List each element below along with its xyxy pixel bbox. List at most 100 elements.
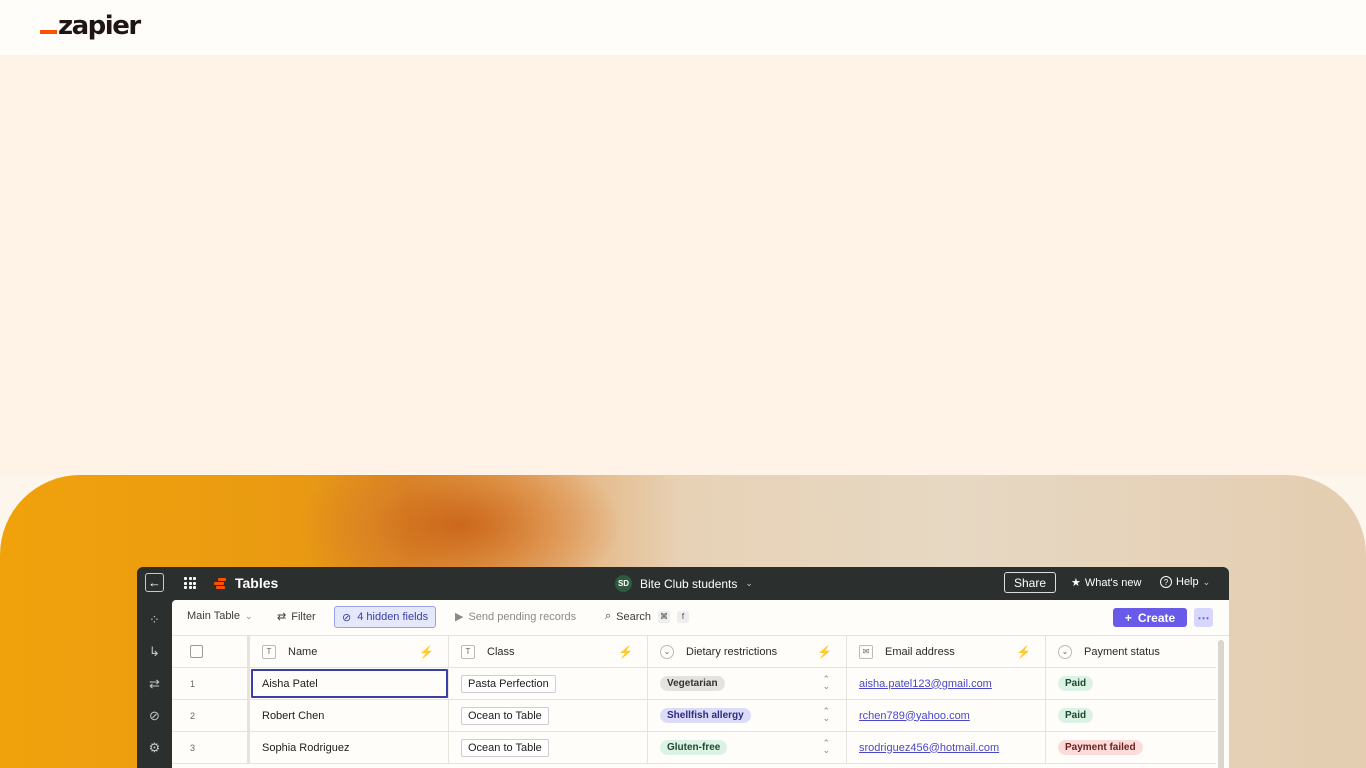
diet-cell[interactable]: Vegetarian ⌃ ⌄ (648, 668, 847, 699)
select-all-cell (172, 636, 250, 667)
hero-area (0, 55, 1366, 475)
apps-icon[interactable]: ⁘ (147, 612, 162, 627)
help-label: Help (1176, 576, 1199, 588)
app-header: ← Tables SD Bite Club students ⌄ Share ★… (137, 567, 1229, 600)
chevron-down-icon: ⌄ (745, 578, 753, 588)
name-cell[interactable]: Aisha Patel (250, 668, 449, 699)
lightning-icon[interactable]: ⚡ (817, 645, 832, 659)
whats-new-label: What's new (1084, 576, 1142, 589)
filter-button[interactable]: ⇄ Filter (277, 610, 316, 624)
diet-pill: Shellfish allergy (660, 708, 751, 723)
row-number: 1 (172, 668, 250, 699)
payment-cell[interactable]: Paid (1046, 668, 1216, 699)
email-link[interactable]: aisha.patel123@gmail.com (859, 678, 992, 690)
diet-pill: Gluten-free (660, 740, 728, 755)
dropdown-type-icon: ⌄ (660, 644, 674, 659)
column-label: Email address (885, 645, 955, 658)
column-label: Name (288, 645, 318, 658)
site-header: zapier (0, 0, 1366, 56)
search-icon: ⌕ (605, 610, 612, 622)
send-pending-button[interactable]: ▶ Send pending records (455, 610, 577, 624)
payment-cell[interactable]: Payment failed (1046, 732, 1216, 763)
shortcut-cmd: ⌘ (658, 610, 671, 623)
whats-new-button[interactable]: ★ What's new (1071, 576, 1142, 590)
email-cell[interactable]: srodriguez456@hotmail.com (847, 732, 1046, 763)
workspace-selector[interactable]: SD Bite Club students ⌄ (615, 575, 753, 592)
filter-icon: ⇄ (277, 611, 287, 623)
column-header-class[interactable]: T Class ⚡ (449, 636, 648, 667)
filter-label: Filter (291, 610, 316, 623)
sliders-icon[interactable]: ⇄ (147, 676, 162, 691)
email-link[interactable]: rchen789@yahoo.com (859, 710, 970, 722)
text-type-icon: T (262, 644, 276, 659)
table-selector[interactable]: Main Table ⌄ (187, 610, 253, 622)
table-row[interactable]: 2 Robert Chen Ocean to Table Shellfish a… (172, 700, 1216, 732)
table-selector-label: Main Table (187, 610, 240, 622)
tables-app-window: ← Tables SD Bite Club students ⌄ Share ★… (137, 567, 1229, 768)
send-pending-label: Send pending records (468, 610, 577, 623)
shortcut-f: f (677, 610, 690, 623)
help-button[interactable]: ? Help ⌄ (1160, 576, 1210, 588)
table-row[interactable]: 1 Aisha Patel Pasta Perfection Vegetaria… (172, 668, 1216, 700)
column-label: Class (487, 645, 515, 658)
class-cell[interactable]: Ocean to Table (449, 700, 648, 731)
zapier-logo[interactable]: zapier (40, 12, 141, 40)
diet-cell[interactable]: Shellfish allergy ⌃ ⌄ (648, 700, 847, 731)
gear-icon[interactable]: ⚙ (147, 740, 162, 755)
payment-pill: Payment failed (1058, 740, 1143, 755)
class-cell[interactable]: Pasta Perfection (449, 668, 648, 699)
app-title: Tables (235, 575, 279, 591)
payment-cell[interactable]: Paid (1046, 700, 1216, 731)
select-all-checkbox[interactable] (190, 645, 203, 658)
play-icon: ▶ (455, 611, 464, 623)
back-arrow-icon[interactable]: ← (145, 573, 164, 592)
column-label: Payment status (1084, 645, 1160, 658)
column-header-dietary[interactable]: ⌄ Dietary restrictions ⚡ (648, 636, 847, 667)
lightning-icon[interactable]: ⚡ (419, 645, 434, 659)
class-cell[interactable]: Ocean to Table (449, 732, 648, 763)
eye-off-icon: ⊘ (342, 611, 352, 624)
payment-pill: Paid (1058, 676, 1094, 691)
search-label: Search (616, 610, 652, 623)
payment-pill: Paid (1058, 708, 1094, 723)
workspace-avatar: SD (615, 575, 632, 592)
chevron-down-icon: ⌄ (245, 610, 253, 621)
apps-grid-icon[interactable] (184, 577, 196, 589)
eye-off-icon[interactable]: ⊘ (147, 708, 162, 723)
share-button[interactable]: Share (1004, 572, 1056, 593)
name-cell[interactable]: Sophia Rodriguez (250, 732, 449, 763)
tables-logo-icon (214, 577, 226, 589)
email-type-icon: ✉ (859, 644, 873, 659)
email-link[interactable]: srodriguez456@hotmail.com (859, 742, 999, 754)
lightning-icon[interactable]: ⚡ (618, 645, 633, 659)
class-value: Pasta Perfection (461, 674, 556, 693)
column-header-payment[interactable]: ⌄ Payment status (1046, 636, 1216, 667)
column-header-name[interactable]: T Name ⚡ (250, 636, 449, 667)
lightning-icon[interactable]: ⚡ (1016, 645, 1031, 659)
logo-underscore (40, 30, 57, 34)
name-cell[interactable]: Robert Chen (250, 700, 449, 731)
table-row[interactable]: 3 Sophia Rodriguez Ocean to Table Gluten… (172, 732, 1216, 764)
create-button[interactable]: + Create (1113, 608, 1187, 627)
vertical-scrollbar[interactable] (1218, 640, 1224, 768)
email-cell[interactable]: rchen789@yahoo.com (847, 700, 1046, 731)
updown-chevron-icon: ⌃ ⌄ (822, 706, 830, 723)
table-header-row: T Name ⚡ T Class ⚡ ⌄ Dietary restriction… (172, 636, 1216, 668)
arrow-turn-icon[interactable]: ↳ (147, 644, 162, 659)
more-options-icon[interactable]: ⋯ (1194, 608, 1213, 627)
column-header-email[interactable]: ✉ Email address ⚡ (847, 636, 1046, 667)
column-label: Dietary restrictions (686, 645, 778, 658)
hidden-fields-button[interactable]: ⊘ 4 hidden fields (334, 606, 437, 628)
hidden-fields-label: 4 hidden fields (357, 611, 429, 623)
row-number: 3 (172, 732, 250, 763)
text-type-icon: T (461, 644, 475, 659)
table-toolbar: Main Table ⌄ ⇄ Filter ⊘ 4 hidden fields … (172, 600, 1229, 636)
updown-chevron-icon: ⌃ ⌄ (822, 674, 830, 691)
search-button[interactable]: ⌕ Search ⌘ f (605, 610, 690, 623)
help-circle-icon: ? (1160, 576, 1172, 588)
diet-cell[interactable]: Gluten-free ⌃ ⌄ (648, 732, 847, 763)
email-cell[interactable]: aisha.patel123@gmail.com (847, 668, 1046, 699)
workspace-name: Bite Club students (640, 576, 738, 591)
records-table: T Name ⚡ T Class ⚡ ⌄ Dietary restriction… (172, 636, 1216, 764)
plus-icon: + (1124, 610, 1132, 625)
